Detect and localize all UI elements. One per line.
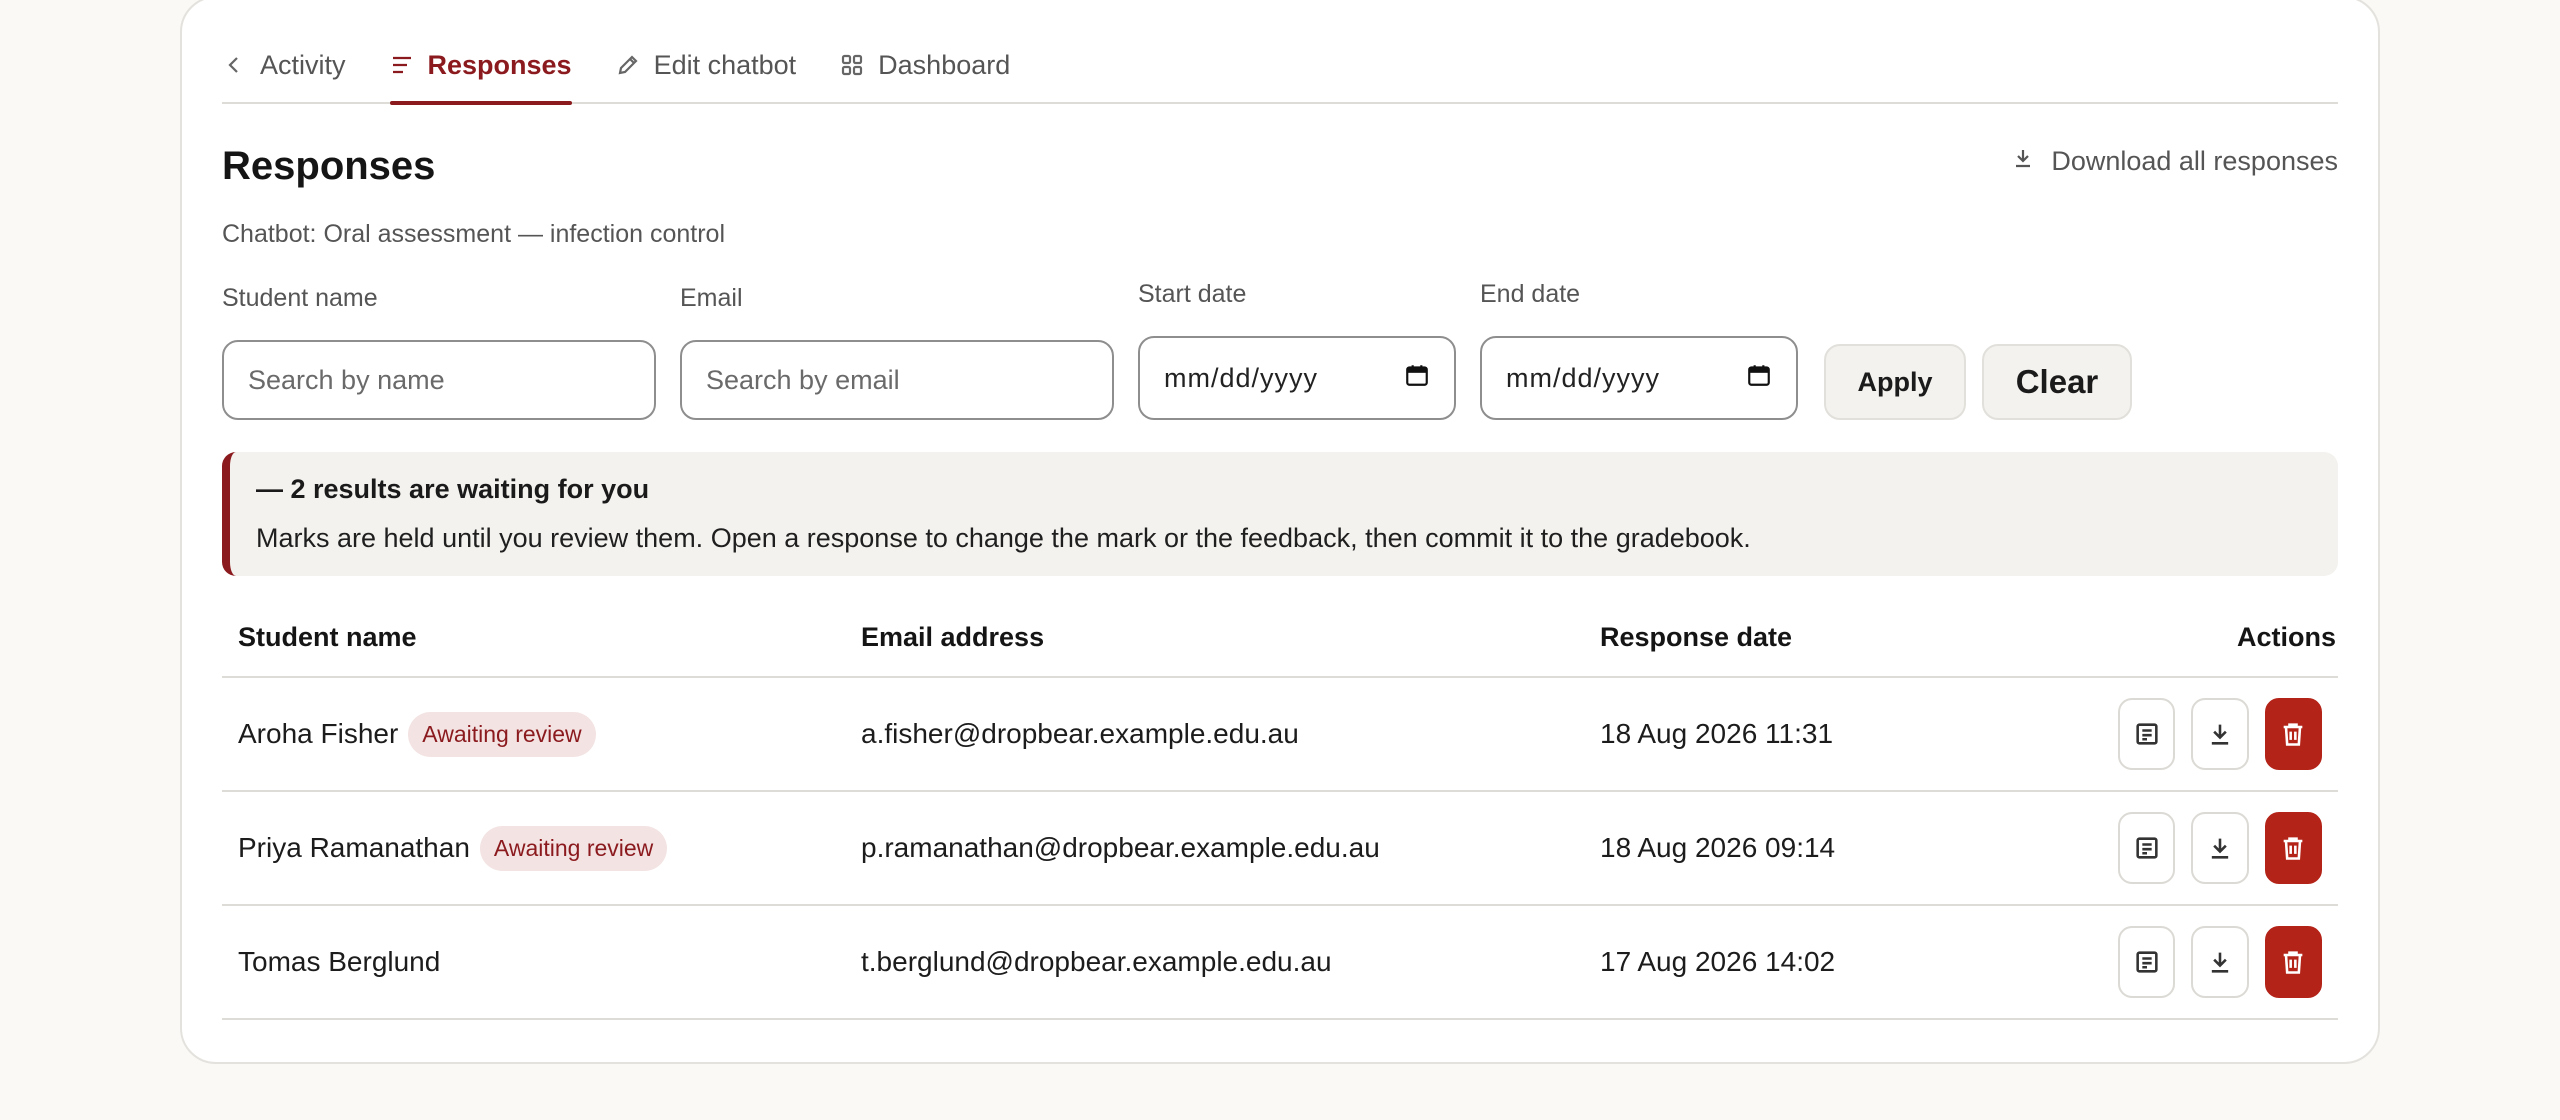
trash-icon xyxy=(2283,723,2303,746)
tab-label: Activity xyxy=(260,49,346,80)
tab-responses[interactable]: Responses xyxy=(389,28,572,105)
tab-edit-chatbot[interactable]: Edit chatbot xyxy=(616,28,797,102)
table-row: Priya Ramanathan Awaiting review p.raman… xyxy=(222,792,2338,906)
download-icon xyxy=(2211,724,2229,745)
clear-button[interactable]: Clear xyxy=(1982,344,2132,420)
notice-body: Marks are held until you review them. Op… xyxy=(256,523,1751,553)
end-date-label: End date xyxy=(1480,280,1581,308)
chatbot-subtitle: Chatbot: Oral assessment — infection con… xyxy=(222,220,726,248)
view-response-button[interactable] xyxy=(2118,926,2176,998)
end-date-input[interactable]: mm/dd/yyyy xyxy=(1480,336,1798,420)
tab-activity[interactable]: Activity xyxy=(222,28,346,102)
download-icon xyxy=(2211,952,2229,973)
table-row: Aroha Fisher Awaiting review a.fisher@dr… xyxy=(222,678,2338,792)
trash-icon xyxy=(2283,951,2303,974)
chevron-left-icon xyxy=(222,53,246,77)
download-all-button[interactable]: Download all responses xyxy=(2011,146,2338,177)
trash-icon xyxy=(2283,837,2303,860)
download-icon xyxy=(2011,146,2035,177)
student-name-input[interactable] xyxy=(248,364,630,396)
start-date-input[interactable]: mm/dd/yyyy xyxy=(1138,336,1456,420)
download-all-label: Download all responses xyxy=(2051,146,2338,176)
tab-bar: Activity Responses Edit chatbot Dashboar… xyxy=(222,28,2338,105)
page-title: Responses xyxy=(222,144,436,188)
student-name: Aroha Fisher xyxy=(238,718,399,749)
notice-title: — 2 results are waiting for you xyxy=(256,474,650,504)
response-date: 18 Aug 2026 11:31 xyxy=(1600,718,1834,749)
table-row: Tomas Berglund t.berglund@dropbear.examp… xyxy=(222,906,2338,1020)
document-icon xyxy=(2136,837,2158,859)
end-date-value: mm/dd/yyyy xyxy=(1506,362,1661,393)
header-response-date: Response date xyxy=(1600,621,1793,652)
student-name: Priya Ramanathan xyxy=(238,832,470,863)
view-response-button[interactable] xyxy=(2118,698,2176,770)
document-icon xyxy=(2136,951,2158,973)
response-date: 18 Aug 2026 09:14 xyxy=(1600,832,1836,863)
status-badge: Awaiting review xyxy=(408,711,596,757)
student-name-label: Student name xyxy=(222,284,378,312)
calendar-icon[interactable] xyxy=(1404,362,1430,395)
start-date-value: mm/dd/yyyy xyxy=(1164,362,1319,393)
document-icon xyxy=(2136,723,2158,745)
header-actions: Actions xyxy=(2236,621,2336,652)
download-response-button[interactable] xyxy=(2191,926,2249,998)
review-notice: — 2 results are waiting for you Marks ar… xyxy=(222,452,2338,576)
email-field[interactable] xyxy=(680,340,1114,420)
lines-icon xyxy=(390,53,414,77)
pencil-icon xyxy=(616,53,640,77)
responses-table: Student name Email address Response date… xyxy=(222,598,2338,1020)
tab-label: Edit chatbot xyxy=(653,49,797,80)
start-date-label: Start date xyxy=(1138,280,1247,308)
email-label: Email xyxy=(680,284,743,312)
tab-label: Dashboard xyxy=(878,49,1011,80)
table-header: Student name Email address Response date… xyxy=(222,598,2338,678)
calendar-icon[interactable] xyxy=(1746,362,1772,395)
student-name: Tomas Berglund xyxy=(238,946,441,977)
tab-label: Responses xyxy=(427,49,572,80)
student-email: p.ramanathan@dropbear.example.edu.au xyxy=(861,832,1380,863)
view-response-button[interactable] xyxy=(2118,812,2176,884)
status-badge: Awaiting review xyxy=(479,825,668,871)
download-response-button[interactable] xyxy=(2191,812,2249,884)
student-email: t.berglund@dropbear.example.edu.au xyxy=(861,946,1332,977)
email-input[interactable] xyxy=(706,364,1088,396)
download-icon xyxy=(2211,838,2229,859)
tab-dashboard[interactable]: Dashboard xyxy=(840,28,1010,102)
delete-response-button[interactable] xyxy=(2264,926,2322,998)
student-name-field[interactable] xyxy=(222,340,656,420)
header-email: Email address xyxy=(861,621,1045,652)
student-email: a.fisher@dropbear.example.edu.au xyxy=(861,718,1299,749)
grid-icon xyxy=(840,53,864,77)
responses-card: Activity Responses Edit chatbot Dashboar… xyxy=(180,0,2380,1064)
delete-response-button[interactable] xyxy=(2264,698,2322,770)
download-response-button[interactable] xyxy=(2191,698,2249,770)
apply-button[interactable]: Apply xyxy=(1824,344,1966,420)
header-student-name: Student name xyxy=(238,621,417,652)
response-date: 17 Aug 2026 14:02 xyxy=(1600,946,1836,977)
delete-response-button[interactable] xyxy=(2264,812,2322,884)
